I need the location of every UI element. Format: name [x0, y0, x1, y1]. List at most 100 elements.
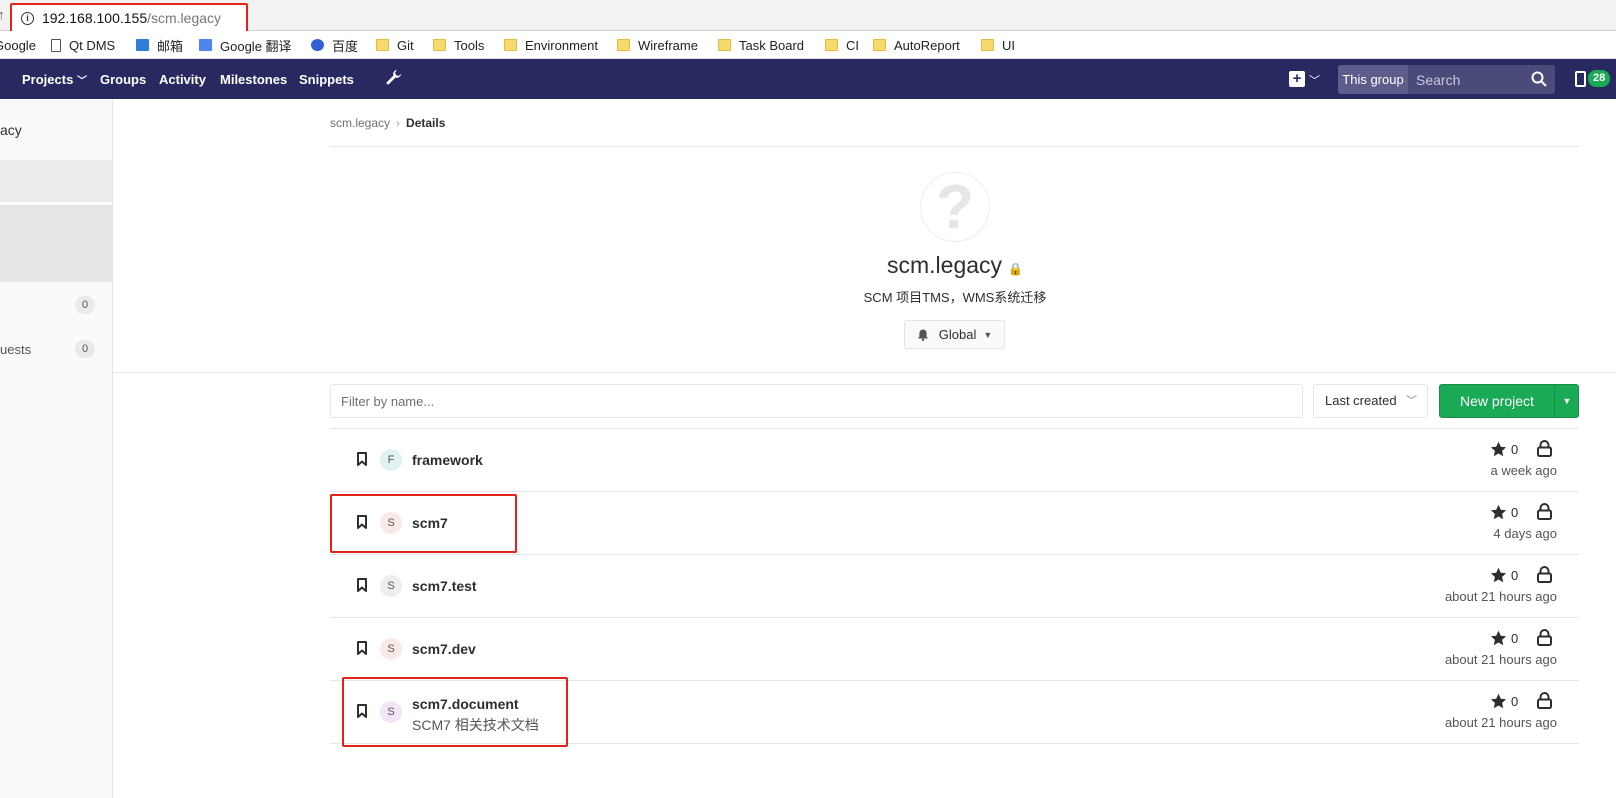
- notification-level-button[interactable]: Global ▼: [904, 320, 1005, 349]
- chevron-down-icon[interactable]: ﹀: [1309, 72, 1320, 88]
- bookmark-task-board[interactable]: Task Board: [718, 37, 804, 53]
- project-updated-time: about 21 hours ago: [1444, 589, 1557, 604]
- folder-icon: [433, 39, 446, 51]
- browser-address-bar: ↑ i 192.168.100.155/scm.legacy: [0, 0, 1616, 33]
- star-count: 0: [1511, 631, 1519, 646]
- sidebar-group-title[interactable]: acy: [0, 122, 22, 138]
- filter-by-name-input[interactable]: [330, 384, 1303, 418]
- lock-icon: [1537, 566, 1552, 583]
- sidebar-merge-requests-count: 0: [75, 340, 95, 358]
- project-avatar[interactable]: F: [380, 449, 402, 471]
- new-item-plus-icon[interactable]: +: [1289, 71, 1305, 87]
- star-count: 0: [1511, 505, 1519, 520]
- folder-icon: [981, 39, 994, 51]
- lock-icon: [1537, 629, 1552, 646]
- group-sidebar: acy 0 uests 0: [0, 99, 113, 798]
- top-navbar: Projects ﹀ Groups Activity Milestones Sn…: [0, 59, 1616, 99]
- new-project-dropdown-toggle[interactable]: ▼: [1554, 385, 1579, 417]
- sidebar-item-overview[interactable]: [0, 160, 112, 202]
- project-avatar[interactable]: S: [380, 701, 402, 723]
- bookmark-baidu[interactable]: 百度: [311, 37, 358, 54]
- star-icon[interactable]: [1490, 567, 1507, 584]
- folder-icon: [825, 39, 838, 51]
- bell-icon: [917, 329, 928, 341]
- baidu-icon: [311, 39, 324, 51]
- search-icon[interactable]: [1531, 71, 1547, 87]
- project-avatar[interactable]: S: [380, 575, 402, 597]
- project-updated-time: about 21 hours ago: [1444, 652, 1557, 667]
- sidebar-item-merge-requests-label[interactable]: uests: [0, 342, 31, 357]
- breadcrumb-group-link[interactable]: scm.legacy: [330, 116, 390, 130]
- todos-count-badge[interactable]: 28: [1588, 70, 1611, 87]
- bookmark-icon[interactable]: [357, 452, 367, 466]
- nav-groups[interactable]: Groups: [100, 72, 146, 87]
- project-name-link[interactable]: scm7.document: [412, 696, 519, 712]
- new-project-button[interactable]: New project: [1440, 385, 1554, 417]
- back-arrow-icon[interactable]: ↑: [0, 7, 5, 22]
- caret-down-icon: ▼: [983, 329, 993, 340]
- project-row[interactable]: Sscm7 0 4 days ago: [330, 492, 1579, 555]
- chevron-right-icon: ›: [396, 116, 401, 130]
- url-field[interactable]: i 192.168.100.155/scm.legacy: [10, 3, 248, 33]
- bookmark-icon[interactable]: [357, 641, 367, 655]
- bookmark-autoreport[interactable]: AutoReport: [873, 37, 960, 53]
- breadcrumb-current: Details: [406, 116, 446, 130]
- bookmark-google[interactable]: Google: [0, 37, 36, 53]
- project-row[interactable]: Sscm7.document SCM7 相关技术文档 0 about 21 hours…: [330, 681, 1579, 744]
- bookmark-wireframe[interactable]: Wireframe: [617, 37, 698, 53]
- notification-level-label: Global: [938, 327, 977, 342]
- folder-icon: [873, 39, 886, 51]
- lock-icon: 🔒: [1008, 262, 1023, 276]
- project-updated-time: 4 days ago: [1493, 526, 1557, 541]
- project-name-link[interactable]: framework: [412, 452, 483, 468]
- star-icon[interactable]: [1490, 441, 1507, 458]
- project-name-link[interactable]: scm7.test: [412, 578, 477, 594]
- star-count: 0: [1511, 694, 1519, 709]
- group-title: scm.legacy 🔒: [887, 252, 1023, 278]
- project-row[interactable]: Sscm7.dev 0 about 21 hours ago: [330, 618, 1579, 681]
- star-icon[interactable]: [1490, 693, 1507, 710]
- bookmark-icon[interactable]: [357, 578, 367, 592]
- bookmark-icon[interactable]: [357, 704, 367, 718]
- project-name-link[interactable]: scm7: [412, 515, 448, 531]
- project-avatar[interactable]: S: [380, 638, 402, 660]
- bookmark-ci[interactable]: CI: [825, 37, 859, 53]
- bookmark-tools[interactable]: Tools: [433, 37, 484, 53]
- star-icon[interactable]: [1490, 504, 1507, 521]
- project-name-link[interactable]: scm7.dev: [412, 641, 476, 657]
- bookmark-mail[interactable]: 邮箱: [136, 37, 183, 54]
- todos-icon[interactable]: [1575, 71, 1586, 87]
- bookmark-environment[interactable]: Environment: [504, 37, 598, 53]
- chevron-down-icon: ﹀: [1406, 395, 1417, 407]
- bookmark-ui[interactable]: UI: [981, 37, 1015, 53]
- nav-activity[interactable]: Activity: [159, 72, 206, 87]
- bookmark-google-translate[interactable]: Google 翻译: [199, 37, 292, 54]
- bookmark-qt-dms[interactable]: Qt DMS: [51, 37, 115, 53]
- star-icon[interactable]: [1490, 630, 1507, 647]
- project-row[interactable]: Fframework 0 a week ago: [330, 429, 1579, 492]
- nav-milestones[interactable]: Milestones: [220, 72, 287, 87]
- page-icon: [51, 38, 61, 52]
- group-description: SCM 项目TMS，WMS系统迁移: [863, 290, 1047, 305]
- search-input[interactable]: [1412, 65, 1532, 94]
- bookmarks-bar: Google Qt DMS 邮箱 Google 翻译 百度 Git Tools …: [0, 31, 1616, 59]
- project-row[interactable]: Sscm7.test 0 about 21 hours ago: [330, 555, 1579, 618]
- bookmark-git[interactable]: Git: [376, 37, 414, 53]
- new-project-button-group: New project ▼: [1439, 384, 1579, 418]
- sort-dropdown[interactable]: Last created ﹀: [1313, 384, 1428, 418]
- project-avatar[interactable]: S: [380, 512, 402, 534]
- breadcrumb: scm.legacy › Details: [330, 116, 445, 130]
- nav-projects[interactable]: Projects ﹀: [22, 72, 87, 87]
- info-icon[interactable]: i: [21, 12, 34, 25]
- search-scope-this-group[interactable]: This group: [1338, 65, 1408, 94]
- google-translate-icon: [199, 39, 212, 51]
- bookmark-icon[interactable]: [357, 515, 367, 529]
- star-count: 0: [1511, 568, 1519, 583]
- folder-icon: [504, 39, 517, 51]
- nav-snippets[interactable]: Snippets: [299, 72, 354, 87]
- folder-icon: [376, 39, 389, 51]
- chevron-down-icon: ﹀: [76, 76, 87, 87]
- lock-icon: [1537, 503, 1552, 520]
- project-updated-time: a week ago: [1490, 463, 1558, 478]
- wrench-icon[interactable]: [383, 68, 403, 88]
